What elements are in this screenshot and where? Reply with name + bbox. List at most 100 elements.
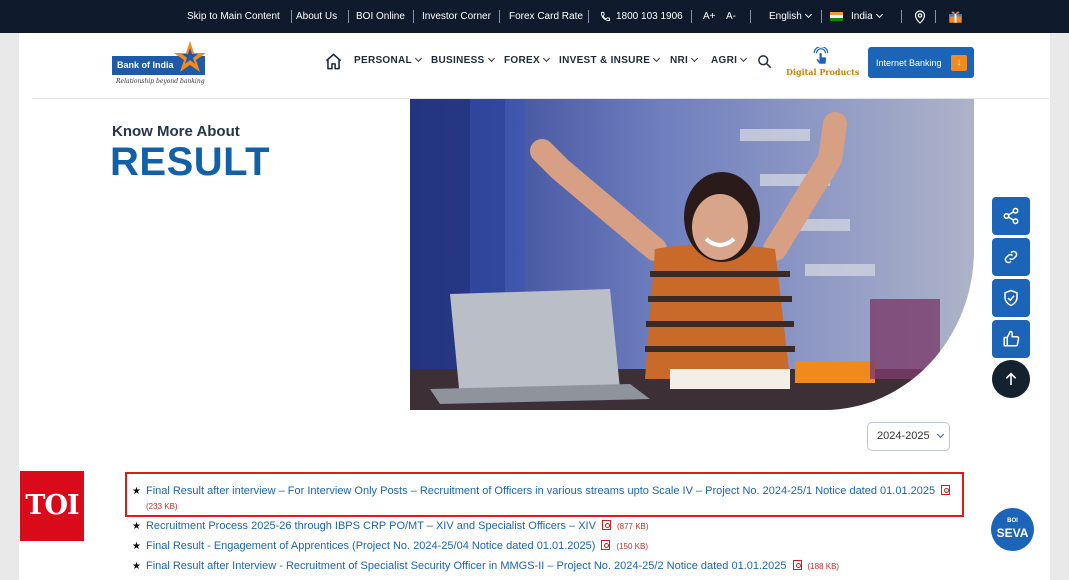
nav-nri[interactable]: NRI	[670, 54, 699, 66]
font-increase-button[interactable]: A+	[703, 11, 716, 22]
digital-products-label: Digital Products	[786, 67, 860, 77]
separator	[691, 10, 692, 23]
list-item: ★ Final Result - Engagement of Apprentice…	[132, 539, 648, 552]
result-link[interactable]: Final Result after Interview - Recruitme…	[146, 560, 787, 572]
arrow-up-icon	[1005, 372, 1017, 385]
nav-label: PERSONAL	[354, 55, 412, 66]
result-link[interactable]: Recruitment Process 2025-26 through IBPS…	[146, 520, 596, 532]
result-link[interactable]: Final Result - Engagement of Apprentices…	[146, 540, 595, 552]
about-us-link[interactable]: About Us	[296, 11, 337, 22]
digital-products-link[interactable]: Digital Products	[786, 47, 859, 77]
separator	[348, 10, 349, 23]
chevron-down-icon	[804, 10, 812, 19]
boi-seva-button[interactable]: BOI SEVA	[991, 508, 1034, 551]
nav-forex[interactable]: FOREX	[504, 54, 550, 66]
scroll-top-button[interactable]	[992, 360, 1030, 398]
chevron-down-icon	[740, 54, 748, 63]
file-size: (188 KB)	[807, 562, 840, 571]
seva-bottom-label: SEVA	[996, 526, 1029, 540]
chevron-down-icon	[414, 54, 423, 63]
file-size: (877 KB)	[616, 522, 649, 531]
arrow-down-icon: ↓	[951, 55, 967, 71]
link-button[interactable]	[992, 238, 1030, 276]
star-bullet-icon: ★	[132, 561, 141, 572]
internet-banking-button[interactable]: Internet Banking ↓	[868, 47, 974, 78]
nav-label: NRI	[670, 55, 689, 66]
separator	[750, 10, 751, 23]
gift-icon[interactable]	[948, 9, 963, 24]
security-button[interactable]	[992, 279, 1030, 317]
separator	[821, 10, 822, 23]
star-bullet-icon: ★	[132, 541, 141, 552]
logo-star-icon	[174, 41, 206, 72]
top-utility-bar: Skip to Main Content About Us BOI Online…	[0, 0, 1069, 33]
investor-corner-link[interactable]: Investor Corner	[422, 11, 491, 22]
file-size: (233 KB)	[146, 502, 178, 511]
pdf-icon[interactable]	[941, 485, 951, 495]
forex-card-rate-link[interactable]: Forex Card Rate	[509, 11, 583, 22]
india-flag-icon	[830, 12, 843, 21]
share-button[interactable]	[992, 197, 1030, 235]
separator	[413, 10, 414, 23]
list-item-size: (233 KB)	[146, 500, 178, 512]
nav-label: FOREX	[504, 55, 540, 66]
seva-top-label: BOI	[1007, 518, 1018, 524]
list-item: ★ Final Result after interview – For Inte…	[132, 484, 956, 497]
list-item: ★ Final Result after Interview - Recruitm…	[132, 559, 839, 572]
country-label: India	[851, 11, 873, 22]
year-value: 2024-2025	[877, 430, 930, 442]
list-item: ★ Recruitment Process 2025-26 through IBP…	[132, 519, 649, 532]
font-decrease-button[interactable]: A-	[726, 11, 736, 22]
result-link[interactable]: Final Result after interview – For Inter…	[146, 485, 935, 497]
star-bullet-icon: ★	[132, 521, 141, 532]
thumbs-up-icon	[1003, 330, 1020, 347]
language-label: English	[769, 11, 802, 22]
pdf-icon[interactable]	[601, 520, 611, 530]
nav-personal[interactable]: PERSONAL	[354, 54, 423, 66]
nav-label: AGRI	[711, 55, 738, 66]
page-title: RESULT	[110, 140, 271, 184]
phone-icon	[600, 11, 611, 22]
chevron-down-icon	[487, 54, 495, 63]
file-size: (150 KB)	[616, 542, 648, 551]
hero-kicker: Know More About	[112, 123, 240, 140]
nav-business[interactable]: BUSINESS	[431, 54, 495, 66]
chevron-down-icon	[542, 54, 550, 63]
chevron-down-icon	[936, 430, 944, 439]
pdf-icon[interactable]	[792, 560, 802, 570]
boi-online-link[interactable]: BOI Online	[356, 11, 405, 22]
pdf-icon[interactable]	[601, 540, 611, 550]
language-select[interactable]: English	[769, 10, 812, 22]
separator	[588, 10, 589, 23]
link-icon	[1004, 250, 1018, 264]
star-bullet-icon: ★	[132, 486, 141, 497]
touch-hand-icon	[813, 47, 829, 64]
skip-to-main-link[interactable]: Skip to Main Content	[187, 11, 280, 22]
logo-tagline: Relationship beyond banking	[116, 78, 205, 85]
separator	[499, 10, 500, 23]
location-pin-icon[interactable]	[914, 10, 926, 24]
phone-number[interactable]: 1800 103 1906	[616, 11, 683, 22]
nav-label: INVEST & INSURE	[559, 55, 651, 66]
chevron-down-icon	[691, 54, 699, 63]
country-select[interactable]: India	[851, 10, 883, 22]
chevron-down-icon	[875, 10, 883, 19]
toi-badge: TOI	[20, 471, 84, 541]
search-icon[interactable]	[757, 54, 772, 69]
chevron-down-icon	[653, 54, 661, 63]
year-select[interactable]: 2024-2025	[867, 422, 950, 451]
nav-label: BUSINESS	[431, 55, 485, 66]
separator	[901, 10, 902, 23]
separator	[291, 10, 292, 23]
shield-check-icon	[1004, 289, 1018, 307]
home-icon[interactable]	[324, 52, 343, 71]
logo-text: Bank of India	[117, 60, 174, 70]
internet-banking-label: Internet Banking	[876, 57, 942, 68]
nav-invest-insure[interactable]: INVEST & INSURE	[559, 54, 661, 66]
share-icon	[1003, 207, 1019, 225]
hero-image	[410, 99, 974, 410]
bank-of-india-logo[interactable]: Bank of India Relationship beyond bankin…	[112, 41, 208, 85]
nav-agri[interactable]: AGRI	[711, 54, 748, 66]
feedback-button[interactable]	[992, 320, 1030, 358]
separator	[935, 10, 936, 23]
